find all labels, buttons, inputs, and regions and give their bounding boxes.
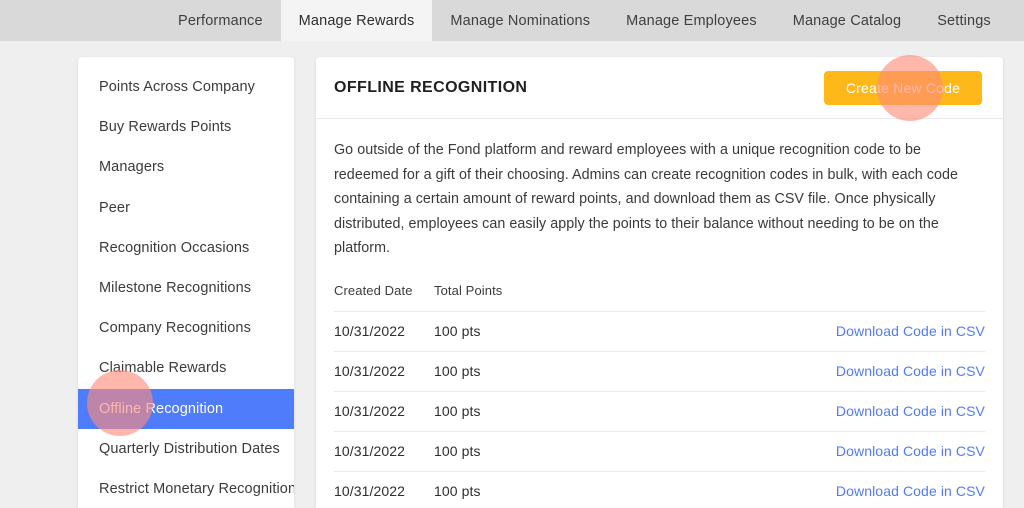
main-content-panel: OFFLINE RECOGNITION Create New Code Go o… xyxy=(316,57,1003,508)
sidebar-item-label: Restrict Monetary Recognition xyxy=(99,480,294,497)
sidebar-item-label: Quarterly Distribution Dates xyxy=(99,440,280,457)
download-code-csv-link[interactable]: Download Code in CSV xyxy=(836,323,985,339)
tab-label: Manage Nominations xyxy=(450,12,591,29)
download-code-csv-link[interactable]: Download Code in CSV xyxy=(836,363,985,379)
cell-created-date: 10/31/2022 xyxy=(334,470,434,508)
column-header-action xyxy=(584,283,985,312)
cell-action: Download Code in CSV xyxy=(584,470,985,508)
sidebar-item-milestone-recognitions[interactable]: Milestone Recognitions xyxy=(78,268,294,308)
cell-action: Download Code in CSV xyxy=(584,390,985,432)
top-tab-bar: Performance Manage Rewards Manage Nomina… xyxy=(0,0,1024,41)
tab-label: Performance xyxy=(178,12,263,29)
sidebar-item-buy-rewards-points[interactable]: Buy Rewards Points xyxy=(78,107,294,147)
cell-created-date: 10/31/2022 xyxy=(334,430,434,472)
sidebar-item-label: Managers xyxy=(99,159,165,176)
page-title: OFFLINE RECOGNITION xyxy=(334,78,528,96)
sidebar-item-claimable-rewards[interactable]: Claimable Rewards xyxy=(78,348,294,388)
column-header-total-points: Total Points xyxy=(434,282,503,298)
sidebar-item-restrict-monetary-recognition[interactable]: Restrict Monetary Recognition xyxy=(78,469,294,508)
column-header-created-date: Created Date xyxy=(334,282,413,298)
table-row: 10/31/2022 100 pts Download Code in CSV xyxy=(334,350,985,392)
download-code-csv-link[interactable]: Download Code in CSV xyxy=(836,403,985,419)
tab-settings[interactable]: Settings xyxy=(919,0,1009,41)
tab-label: Manage Rewards xyxy=(298,12,415,29)
tab-manage-employees[interactable]: Manage Employees xyxy=(608,0,775,41)
description-text: Go outside of the Fond platform and rewa… xyxy=(334,142,958,257)
tab-manage-nominations[interactable]: Manage Nominations xyxy=(432,0,608,41)
cell-total-points: 100 pts xyxy=(434,470,584,508)
table-row: 10/31/2022 100 pts Download Code in CSV xyxy=(334,390,985,432)
tabbar-left-spacer xyxy=(0,0,160,41)
cell-created-date: 10/31/2022 xyxy=(334,310,434,352)
sidebar-item-company-recognitions[interactable]: Company Recognitions xyxy=(78,308,294,348)
table-row: 10/31/2022 100 pts Download Code in CSV xyxy=(334,430,985,472)
sidebar-item-label: Peer xyxy=(99,199,131,216)
sidebar-item-recognition-occasions[interactable]: Recognition Occasions xyxy=(78,228,294,268)
table-row: 10/31/2022 100 pts Download Code in CSV xyxy=(334,310,985,352)
sidebar-item-label: Recognition Occasions xyxy=(99,239,250,256)
cell-total-points: 100 pts xyxy=(434,350,584,392)
table-head: Created Date Total Points xyxy=(334,283,985,312)
tab-manage-catalog[interactable]: Manage Catalog xyxy=(775,0,920,41)
cell-total-points: 100 pts xyxy=(434,430,584,472)
create-new-code-button[interactable]: Create New Code xyxy=(824,70,982,105)
cell-created-date: 10/31/2022 xyxy=(334,350,434,392)
sidebar-nav: Points Across Company Buy Rewards Points… xyxy=(78,57,294,508)
sidebar-item-managers[interactable]: Managers xyxy=(78,147,294,187)
cell-created-date: 10/31/2022 xyxy=(334,390,434,432)
tab-label: Manage Employees xyxy=(626,12,757,29)
sidebar-item-label: Points Across Company xyxy=(99,79,256,96)
cell-total-points: 100 pts xyxy=(434,310,584,352)
offline-codes-table: Created Date Total Points 10/31/2022 100… xyxy=(334,283,985,508)
sidebar-item-label: Company Recognitions xyxy=(99,320,251,337)
table-row: 10/31/2022 100 pts Download Code in CSV xyxy=(334,470,985,508)
tab-manage-rewards[interactable]: Manage Rewards xyxy=(280,0,433,41)
tab-performance[interactable]: Performance xyxy=(160,0,281,41)
sidebar-item-label: Buy Rewards Points xyxy=(99,119,232,136)
cell-action: Download Code in CSV xyxy=(584,430,985,472)
tab-label: Manage Catalog xyxy=(792,12,902,29)
sidebar-item-peer[interactable]: Peer xyxy=(78,188,294,228)
sidebar-item-quarterly-distribution-dates[interactable]: Quarterly Distribution Dates xyxy=(78,429,294,469)
download-code-csv-link[interactable]: Download Code in CSV xyxy=(836,483,985,499)
cell-action: Download Code in CSV xyxy=(584,350,985,392)
main-header: OFFLINE RECOGNITION Create New Code xyxy=(316,57,1003,119)
tab-label: Settings xyxy=(937,12,991,29)
sidebar-item-label: Offline Recognition xyxy=(99,400,224,417)
table-body: 10/31/2022 100 pts Download Code in CSV … xyxy=(334,310,985,508)
cell-total-points: 100 pts xyxy=(434,390,584,432)
sidebar-item-label: Claimable Rewards xyxy=(99,360,227,377)
sidebar-item-label: Milestone Recognitions xyxy=(99,280,252,297)
download-code-csv-link[interactable]: Download Code in CSV xyxy=(836,443,985,459)
table-header-row: Created Date Total Points xyxy=(334,283,985,312)
sidebar-item-points-across-company[interactable]: Points Across Company xyxy=(78,67,294,107)
main-body: Go outside of the Fond platform and rewa… xyxy=(316,119,1003,508)
sidebar-item-offline-recognition[interactable]: Offline Recognition xyxy=(78,388,294,429)
cell-action: Download Code in CSV xyxy=(584,310,985,352)
